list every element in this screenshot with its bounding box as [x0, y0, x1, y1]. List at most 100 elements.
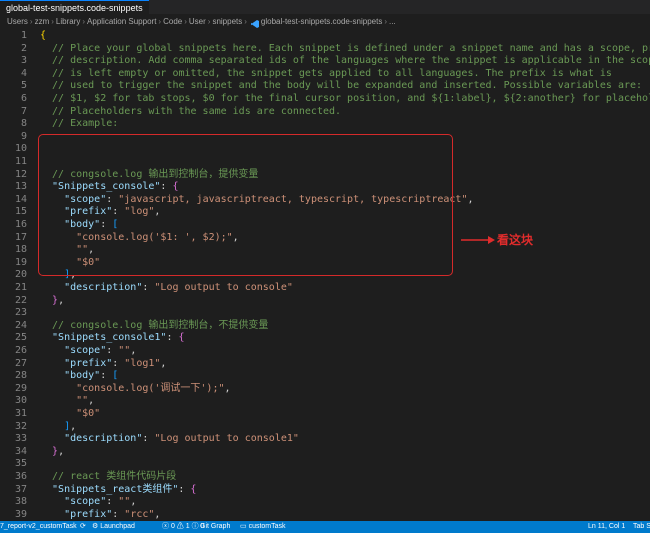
code-line[interactable]: 6 // $1, $2 for tab stops, $0 for the fi…: [0, 93, 650, 106]
code-line[interactable]: 5 // used to trigger the snippet and the…: [0, 80, 650, 93]
code-token: {: [40, 30, 47, 41]
code-text: "",: [40, 395, 94, 408]
annotation-label: 看这块: [497, 233, 534, 247]
code-line[interactable]: 24 // congsole.log 输出到控制台，不提供变量: [0, 320, 650, 333]
arrow-icon: [461, 236, 495, 244]
code-text: // Placeholders with the same ids are co…: [40, 106, 341, 119]
code-token: :: [100, 370, 113, 382]
code-text: "Snippets_react类组件": {: [40, 484, 196, 497]
code-line[interactable]: 22 },: [0, 295, 650, 308]
code-token: "prefix": [40, 357, 113, 369]
status-task[interactable]: ▭ customTask: [240, 521, 286, 533]
code-line[interactable]: 7 // Placeholders with the same ids are …: [0, 106, 650, 119]
code-line[interactable]: 3 // description. Add comma separated id…: [0, 55, 650, 68]
line-number: 12: [14, 168, 27, 180]
code-text: "$0": [40, 408, 100, 421]
line-number: 30: [14, 395, 27, 407]
status-problems[interactable]: ⓧ 0 ⚠ 1 ⓘ 0: [162, 521, 204, 533]
chevron-right-icon: ›: [207, 17, 211, 26]
line-number: 29: [14, 382, 27, 394]
code-token: ,: [467, 193, 474, 205]
code-line[interactable]: 36 // react 类组件代码片段: [0, 471, 650, 484]
status-launchpad[interactable]: ⚙ Launchpad: [92, 521, 135, 533]
status-bar: 7_report-v2_customTask ⟳ ⚙ Launchpad ⓧ 0…: [0, 521, 650, 533]
code-token: :: [106, 496, 119, 508]
breadcrumb-item[interactable]: Code: [163, 17, 182, 26]
line-number: 38: [14, 496, 27, 508]
code-line[interactable]: 23: [0, 307, 650, 320]
code-line[interactable]: 32 ],: [0, 421, 650, 434]
breadcrumb-item[interactable]: zzm: [35, 17, 50, 26]
breadcrumb-item[interactable]: global-test-snippets.code-snippets: [261, 17, 382, 26]
code-line[interactable]: 26 "scope": "",: [0, 345, 650, 358]
code-line[interactable]: 1{: [0, 30, 650, 43]
line-number: 5: [20, 80, 27, 92]
chevron-right-icon: ›: [384, 17, 387, 26]
code-token: "Snippets_react类组件": [40, 483, 179, 495]
status-cursor-position[interactable]: Ln 11, Col 1: [588, 521, 625, 533]
chevron-right-icon: ›: [158, 17, 162, 26]
code-line[interactable]: 2 // Place your global snippets here. Ea…: [0, 43, 650, 56]
chevron-right-icon: ›: [82, 17, 86, 26]
code-token: [: [112, 370, 119, 382]
code-line[interactable]: 33 "description": "Log output to console…: [0, 433, 650, 446]
code-line[interactable]: 35: [0, 458, 650, 471]
code-text: // used to trigger the snippet and the b…: [40, 80, 642, 93]
code-line[interactable]: 39 "prefix": "rcc",: [0, 509, 650, 521]
code-token: :: [166, 332, 179, 344]
line-number: 16: [14, 219, 27, 230]
code-text: "scope": "",: [40, 345, 136, 358]
code-token: "$0": [40, 408, 101, 419]
line-number: 37: [14, 483, 27, 495]
line-number: 21: [14, 282, 27, 293]
line-number: 9: [20, 130, 27, 142]
code-line[interactable]: 31 "$0": [0, 408, 650, 421]
breadcrumb-item[interactable]: Users: [7, 17, 28, 26]
code-text: "body": [: [40, 370, 118, 383]
line-number: 13: [14, 181, 27, 193]
line-number: 4: [20, 67, 27, 79]
launchpad-label: Launchpad: [100, 523, 135, 530]
code-token: :: [142, 433, 155, 445]
code-token: }: [40, 294, 59, 306]
code-token: :: [112, 357, 125, 369]
code-token: "description": [40, 433, 143, 445]
code-token: // $1, $2 for tab stops, $0 for the fina…: [40, 93, 650, 104]
breadcrumb-item[interactable]: snippets: [212, 17, 242, 26]
line-number: 17: [14, 231, 27, 243]
code-line[interactable]: 38 "scope": "",: [0, 496, 650, 509]
code-line[interactable]: 27 "prefix": "log1",: [0, 358, 650, 371]
code-token: // Placeholders with the same ids are co…: [40, 105, 342, 117]
code-line[interactable]: 30 "",: [0, 395, 650, 408]
code-token: :: [106, 345, 119, 356]
sync-icon[interactable]: ⟳: [80, 521, 86, 533]
code-line[interactable]: 4 // is left empty or omitted, the snipp…: [0, 68, 650, 81]
code-line[interactable]: 25 "Snippets_console1": {: [0, 332, 650, 345]
breadcrumb-item[interactable]: ...: [389, 17, 396, 26]
code-token: "": [40, 395, 89, 407]
code-token: // Example:: [40, 118, 119, 130]
status-indent[interactable]: Tab S: [633, 521, 650, 533]
breadcrumb-item[interactable]: Application Support: [87, 17, 156, 26]
breadcrumb-item[interactable]: Library: [56, 17, 80, 26]
code-line[interactable]: 29 "console.log('调试一下');",: [0, 383, 650, 396]
tab-active-file[interactable]: global-test-snippets.code-snippets: [0, 0, 149, 14]
code-token: // Place your global snippets here. Each…: [52, 42, 650, 54]
code-line[interactable]: 34 },: [0, 446, 650, 459]
line-number: 23: [14, 307, 27, 319]
code-line[interactable]: 8 // Example:: [0, 118, 650, 131]
status-git-graph[interactable]: Git Graph: [200, 521, 230, 533]
code-token: :: [142, 282, 155, 293]
code-token: "scope": [40, 496, 107, 508]
breadcrumb-item[interactable]: User: [189, 17, 206, 26]
code-text: "description": "Log output to console": [40, 282, 293, 295]
code-line[interactable]: 37 "Snippets_react类组件": {: [0, 484, 650, 497]
code-token: {: [190, 483, 197, 495]
status-branch[interactable]: 7_report-v2_customTask: [0, 521, 77, 533]
code-line[interactable]: 28 "body": [: [0, 370, 650, 383]
line-number: 7: [20, 105, 27, 117]
code-text: "Snippets_console1": {: [40, 332, 184, 345]
line-number: 2: [20, 42, 27, 54]
code-line[interactable]: 21 "description": "Log output to console…: [0, 282, 650, 295]
breadcrumb: Users › zzm › Library › Application Support › Co…: [0, 14, 650, 30]
